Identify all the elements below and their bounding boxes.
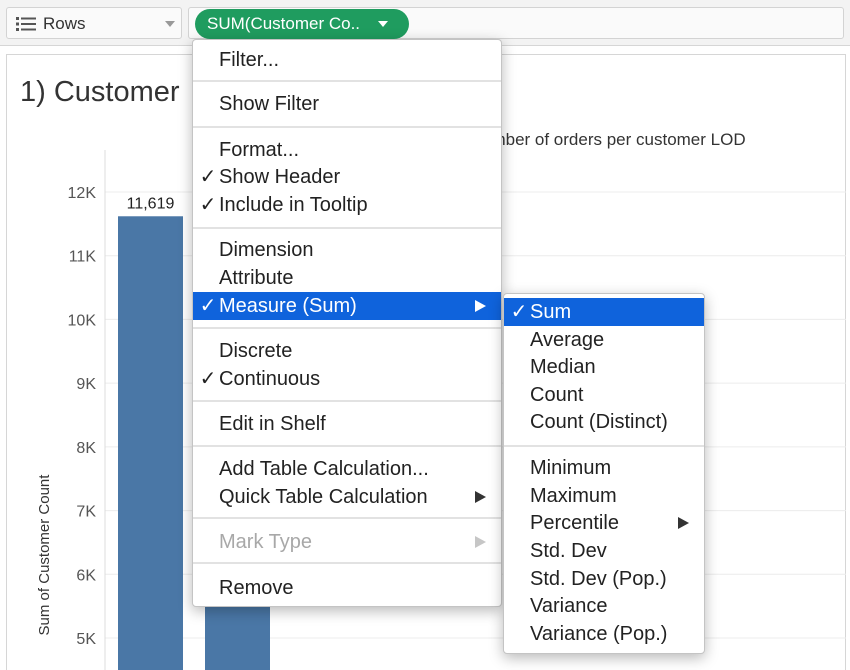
menu-item-label: Continuous (219, 368, 321, 390)
menu-item-label: Variance (530, 595, 608, 617)
menu-item-label: Show Filter (219, 93, 320, 115)
menu-item-average[interactable]: Average (504, 326, 704, 354)
menu-separator (193, 445, 501, 447)
chevron-down-icon[interactable] (165, 21, 175, 27)
menu-item-label: Measure (Sum) (219, 295, 357, 317)
menu-item-label: Percentile (530, 512, 619, 534)
menu-item-std-dev[interactable]: Std. Dev (504, 537, 704, 565)
context-menu: Filter... Show Filter Format... ✓ Show Heade… (192, 39, 502, 607)
menu-item-label: Count (530, 384, 584, 406)
menu-item-label: Median (530, 356, 596, 378)
menu-item-label: Discrete (219, 340, 293, 362)
menu-item-label: Quick Table Calculation (219, 486, 428, 508)
menu-separator (193, 126, 501, 128)
menu-separator (193, 400, 501, 402)
submenu-arrow-icon (475, 536, 486, 548)
menu-item-dimension[interactable]: Dimension (193, 236, 501, 264)
menu-item-label: Remove (219, 577, 294, 599)
pill-dropdown-icon[interactable] (378, 21, 388, 27)
menu-separator (193, 562, 501, 564)
submenu-arrow-icon (678, 517, 689, 529)
menu-item-measure-sum[interactable]: ✓ Measure (Sum) (193, 292, 501, 320)
menu-item-variance[interactable]: Variance (504, 592, 704, 620)
submenu-arrow-icon (475, 300, 486, 312)
menu-item-continuous[interactable]: ✓ Continuous (193, 365, 501, 393)
menu-item-median[interactable]: Median (504, 353, 704, 381)
sheet-title: 1) Customerquency (20, 76, 472, 109)
menu-item-label: Sum (530, 301, 572, 323)
rows-label: Rows (43, 14, 86, 33)
menu-item-variance-pop[interactable]: Variance (Pop.) (504, 620, 704, 648)
menu-separator (193, 80, 501, 82)
checkmark-icon: ✓ (199, 295, 217, 317)
menu-item-show-header[interactable]: ✓ Show Header (193, 163, 501, 191)
menu-item-percentile[interactable]: Percentile (504, 509, 704, 537)
checkmark-icon: ✓ (199, 368, 217, 390)
aggregation-submenu: ✓ Sum Average Median Count Count (Distinct) Mi… (503, 293, 705, 654)
measure-pill-label: SUM(Customer Co.. (207, 14, 361, 33)
menu-item-label: Minimum (530, 457, 612, 479)
menu-item-minimum[interactable]: Minimum (504, 454, 704, 482)
submenu-arrow-icon (475, 491, 486, 503)
menu-item-std-dev-pop[interactable]: Std. Dev (Pop.) (504, 565, 704, 593)
checkmark-icon: ✓ (199, 166, 217, 188)
checkmark-icon: ✓ (199, 194, 217, 216)
menu-item-label: Filter... (219, 49, 280, 71)
menu-item-label: Dimension (219, 239, 314, 261)
menu-item-label: Maximum (530, 485, 617, 507)
menu-item-label: Edit in Shelf (219, 413, 326, 435)
menu-item-count[interactable]: Count (504, 381, 704, 409)
menu-item-add-table-calculation[interactable]: Add Table Calculation... (193, 455, 501, 483)
menu-item-include-in-tooltip[interactable]: ✓ Include in Tooltip (193, 191, 501, 219)
menu-item-format[interactable]: Format... (193, 136, 501, 164)
menu-item-label: Include in Tooltip (219, 194, 368, 216)
menu-item-attribute[interactable]: Attribute (193, 264, 501, 292)
menu-item-quick-table-calculation[interactable]: Quick Table Calculation (193, 483, 501, 511)
checkmark-icon: ✓ (510, 301, 528, 323)
menu-item-label: Mark Type (219, 531, 312, 553)
menu-item-label: Attribute (219, 267, 294, 289)
menu-item-label: Format... (219, 139, 300, 161)
menu-item-label: Average (530, 329, 605, 351)
menu-item-count-distinct[interactable]: Count (Distinct) (504, 408, 704, 436)
menu-item-label: Add Table Calculation... (219, 458, 429, 480)
menu-item-edit-in-shelf[interactable]: Edit in Shelf (193, 410, 501, 438)
menu-item-label: Std. Dev (530, 540, 607, 562)
menu-separator (193, 517, 501, 519)
menu-item-label: Show Header (219, 166, 341, 188)
menu-item-label: Count (Distinct) (530, 411, 668, 433)
menu-item-remove[interactable]: Remove (193, 574, 501, 602)
menu-item-discrete[interactable]: Discrete (193, 337, 501, 365)
menu-item-label: Variance (Pop.) (530, 623, 668, 645)
menu-item-filter[interactable]: Filter... (193, 46, 501, 74)
sheet-title-visible: 1) Customer (20, 76, 180, 108)
menu-item-maximum[interactable]: Maximum (504, 482, 704, 510)
menu-item-label: Std. Dev (Pop.) (530, 568, 667, 590)
menu-separator (504, 445, 704, 447)
rows-icon (16, 17, 36, 31)
rows-shelf-label[interactable]: Rows (6, 7, 182, 39)
menu-separator (193, 227, 501, 229)
measure-pill[interactable]: SUM(Customer Co.. (195, 9, 409, 39)
menu-item-mark-type: Mark Type (193, 528, 501, 556)
menu-item-sum[interactable]: ✓ Sum (504, 298, 704, 326)
menu-separator (193, 327, 501, 329)
sheet-subtitle: umber of orders per customer LOD (482, 130, 746, 149)
menu-item-show-filter[interactable]: Show Filter (193, 90, 501, 118)
